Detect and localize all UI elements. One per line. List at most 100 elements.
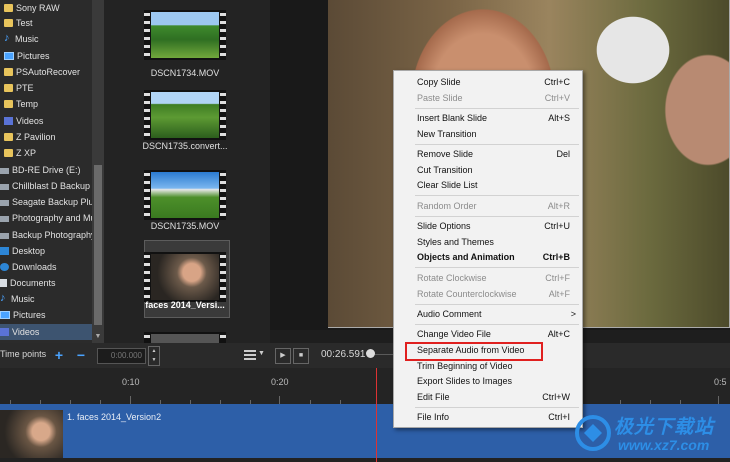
tree-item[interactable]: Chillblast D Backup (F <box>0 178 101 194</box>
tree-item-label: Pictures <box>13 310 46 320</box>
tree-item-label: Videos <box>16 116 44 126</box>
ruler-label: 0:10 <box>122 377 140 387</box>
menu-item-audio-comment[interactable]: Audio Comment > <box>394 306 582 322</box>
drive-icon <box>0 168 9 174</box>
tree-item[interactable]: BD-RE Drive (E:) <box>0 162 81 178</box>
menu-item-rotate-clockwise: Rotate Clockwise Ctrl+F <box>417 273 570 283</box>
scrollbar-thumb[interactable] <box>94 165 102 325</box>
tree-item[interactable]: Pictures <box>4 48 50 64</box>
spin-down-icon[interactable]: ▼ <box>149 356 159 365</box>
videos-icon <box>0 328 9 336</box>
ruler-label: 0:5 <box>714 377 727 387</box>
tree-item[interactable]: Backup Photography ( <box>0 227 101 243</box>
tree-item[interactable]: Test <box>4 15 33 31</box>
menu-item-copy-slide[interactable]: Copy Slide Ctrl+C <box>394 74 582 90</box>
menu-item-rotate-counterclockwise: Rotate Counterclockwise Alt+F <box>417 289 570 299</box>
tree-item[interactable]: PTE <box>4 80 34 96</box>
tree-item[interactable]: Music <box>0 290 35 307</box>
desktop-icon <box>0 247 9 255</box>
file-name: DSCN1735.MOV <box>150 221 220 231</box>
menu-item-clear-slide-list[interactable]: Clear Slide List <box>394 177 582 193</box>
downloads-icon <box>0 263 9 271</box>
video-thumbnail <box>144 170 226 220</box>
drive-icon <box>0 184 9 190</box>
time-point-input[interactable]: 0:00.000 <box>97 348 146 364</box>
menu-item-change-video-file[interactable]: Change Video File Alt+C <box>394 326 582 342</box>
tree-item-label: Seagate Backup Plus D <box>12 197 104 207</box>
videos-icon <box>4 117 13 125</box>
tree-item-label: Desktop <box>12 246 46 256</box>
video-thumbnail <box>144 332 226 343</box>
tree-item-label: Backup Photography ( <box>12 230 102 240</box>
menu-item-export-slides-to-images[interactable]: Export Slides to Images <box>394 373 582 389</box>
tree-item[interactable]: Pictures <box>0 307 46 323</box>
tree-item-label: Sony RAW <box>16 3 60 13</box>
tree-item[interactable]: Z Pavilion <box>4 129 56 145</box>
spin-up-icon[interactable]: ▲ <box>149 347 159 356</box>
video-thumbnail <box>144 90 226 140</box>
tree-item[interactable]: Temp <box>4 96 38 112</box>
playhead-marker[interactable] <box>376 368 377 462</box>
menu-item-paste-slide: Paste Slide Ctrl+V <box>417 93 570 103</box>
time-spinner[interactable]: ▲ ▼ <box>148 346 160 366</box>
tree-item[interactable]: Downloads <box>0 259 57 275</box>
menu-item-slide-options[interactable]: Slide Options Ctrl+U <box>394 218 582 234</box>
current-time: 00:26.591 <box>321 349 366 360</box>
timeline-ruler[interactable]: 0:10 0:20 0:5 <box>0 368 730 404</box>
tree-item[interactable]: Z XP <box>4 145 36 161</box>
music-icon <box>0 290 8 306</box>
tree-item-label: PTE <box>16 83 34 93</box>
play-button[interactable]: ▶ <box>275 348 291 364</box>
stop-button[interactable]: ■ <box>293 348 309 364</box>
drive-icon <box>0 216 9 222</box>
tree-item[interactable]: Seagate Backup Plus D <box>0 194 104 210</box>
tree-item-label: Videos <box>12 327 40 337</box>
submenu-arrow-icon: > <box>570 309 576 319</box>
tree-item[interactable]: Sony RAW <box>4 0 60 16</box>
menu-item-cut-transition[interactable]: Cut Transition <box>394 162 582 178</box>
menu-item-random-order: Random Order Alt+R <box>417 201 570 211</box>
timeline-toolbar: Time points + − 0:00.000 ▲ ▼ ▼ ▶ ■ 00:26… <box>0 343 730 368</box>
tree-item[interactable]: Photography and Mus <box>0 210 100 226</box>
menu-item-edit-file[interactable]: Edit File Ctrl+W <box>394 389 582 405</box>
file-list: DSCN1734.MOV DSCN1735.convert... DSCN173… <box>104 0 270 343</box>
menu-item-objects-and-animation[interactable]: Objects and Animation Ctrl+B <box>394 249 582 265</box>
folder-tree: Sony RAW Test Music Pictures PSAutoRecov… <box>0 0 104 343</box>
tree-item[interactable]: Desktop <box>0 243 45 259</box>
watermark-text: 极光下载站 <box>614 417 715 438</box>
menu-item-file-info[interactable]: File Info Ctrl+I <box>394 409 582 425</box>
tree-item[interactable]: PSAutoRecover <box>4 64 80 80</box>
music-icon <box>4 30 12 46</box>
menu-item-styles-and-themes[interactable]: Styles and Themes <box>394 234 582 250</box>
tree-item-label: Music <box>11 294 35 304</box>
position-slider-knob[interactable] <box>366 349 375 358</box>
video-thumbnail <box>144 10 226 60</box>
tree-item-label: Pictures <box>17 51 50 61</box>
file-name: DSCN1734.MOV <box>150 68 220 78</box>
tree-item-label: Music <box>15 34 39 44</box>
tree-item[interactable]: Music <box>4 30 39 47</box>
tree-item-label: BD-RE Drive (E:) <box>12 165 81 175</box>
tree-item-label: Chillblast D Backup (F <box>12 181 102 191</box>
add-time-point-button[interactable]: + <box>53 348 65 362</box>
menu-item-new-transition[interactable]: New Transition <box>394 126 582 142</box>
tree-item[interactable]: Documents <box>0 275 56 291</box>
drive-icon <box>0 200 9 206</box>
scroll-down-icon[interactable]: ▼ <box>92 331 104 343</box>
remove-time-point-button[interactable]: − <box>75 348 87 362</box>
folder-icon <box>4 4 13 12</box>
folder-icon <box>4 19 13 27</box>
slide-thumbnail[interactable] <box>0 410 63 458</box>
tree-item-label: Test <box>16 18 33 28</box>
chevron-down-icon[interactable]: ▼ <box>258 350 265 357</box>
tree-item-selected[interactable]: Videos <box>0 324 92 340</box>
menu-icon[interactable] <box>244 350 256 360</box>
slide-label: 1. faces 2014_Version2 <box>67 412 162 422</box>
menu-item-remove-slide[interactable]: Remove Slide Del <box>394 146 582 162</box>
tree-item[interactable]: Videos <box>4 113 43 129</box>
menu-item-insert-blank-slide[interactable]: Insert Blank Slide Alt+S <box>394 110 582 126</box>
tree-item-label: Z Pavilion <box>16 132 56 142</box>
tree-scrollbar[interactable]: ▼ <box>92 0 104 343</box>
pictures-icon <box>4 52 14 60</box>
watermark: 极光下载站 www.xz7.com <box>574 410 724 456</box>
